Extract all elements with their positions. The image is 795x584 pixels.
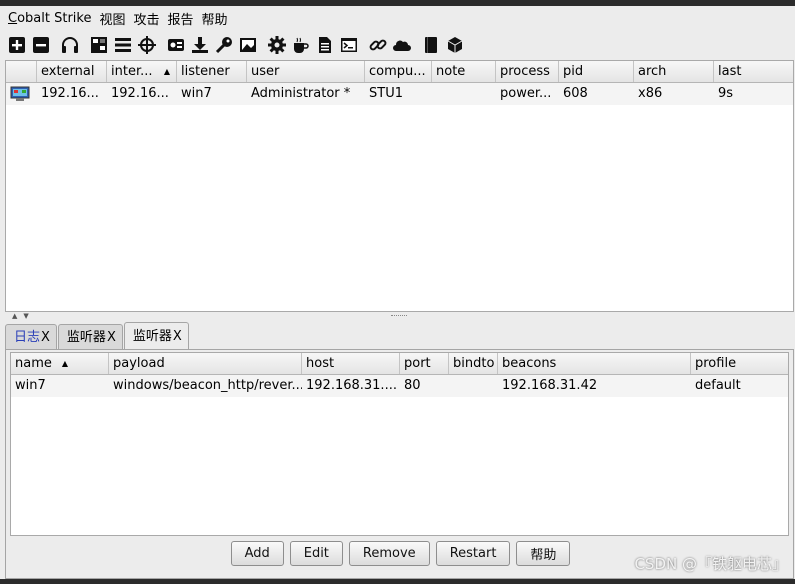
- splitter-arrows-icon[interactable]: ▲▼: [12, 312, 35, 320]
- col-listener[interactable]: listener: [177, 61, 247, 82]
- console-icon[interactable]: [339, 35, 359, 55]
- close-icon[interactable]: X: [107, 330, 116, 345]
- menu-bar: Cobalt Strike 视图 攻击 报告 帮助: [0, 6, 795, 30]
- beacon-external: 192.16...: [41, 86, 99, 101]
- col-user[interactable]: user: [247, 61, 365, 82]
- listener-row[interactable]: win7 windows/beacon_http/rever... 192.16…: [11, 375, 788, 397]
- link-icon[interactable]: [368, 35, 388, 55]
- beacon-note: [432, 83, 496, 105]
- listener-table-header: name ▲ payload host port bindto beacons p…: [11, 353, 788, 375]
- help-button[interactable]: 帮助: [516, 541, 571, 566]
- col-arch[interactable]: arch: [634, 61, 714, 82]
- listener-host: 192.168.31....: [306, 378, 397, 393]
- screenshot-icon[interactable]: [166, 35, 186, 55]
- beacon-computer: STU1: [369, 86, 403, 101]
- listener-name: win7: [15, 378, 46, 393]
- computer-icon: [6, 83, 37, 105]
- window-bottom-edge: [0, 579, 795, 584]
- image-icon[interactable]: [238, 35, 258, 55]
- cobalt-strike-window: Cobalt Strike 视图 攻击 报告 帮助 external inter…: [0, 0, 795, 584]
- menu-help[interactable]: 帮助: [202, 9, 228, 28]
- key-icon[interactable]: [214, 35, 234, 55]
- beacon-process: power...: [500, 86, 552, 101]
- sort-ascending-icon: ▲: [163, 67, 170, 76]
- col-beacons[interactable]: beacons: [498, 353, 691, 374]
- beacon-arch: x86: [638, 86, 663, 101]
- sort-ascending-icon: ▲: [61, 359, 68, 368]
- col-computer[interactable]: compu...: [365, 61, 432, 82]
- book-icon[interactable]: [421, 35, 441, 55]
- beacon-user: Administrator *: [251, 86, 351, 101]
- col-last[interactable]: last: [714, 61, 793, 82]
- menu-reporting[interactable]: 报告: [168, 9, 194, 28]
- col-pid[interactable]: pid: [559, 61, 634, 82]
- beacon-internal: 192.16...: [111, 86, 169, 101]
- beacon-table-header: external inter... ▲ listener user compu..…: [6, 61, 793, 83]
- listeners-panel: name ▲ payload host port bindto beacons p…: [5, 349, 794, 579]
- minus-icon[interactable]: [31, 35, 51, 55]
- col-internal[interactable]: inter... ▲: [107, 61, 177, 82]
- plus-icon[interactable]: [7, 35, 27, 55]
- toolbar: [0, 30, 795, 60]
- restart-button[interactable]: Restart: [435, 541, 511, 566]
- download-icon[interactable]: [190, 35, 210, 55]
- col-process[interactable]: process: [496, 61, 559, 82]
- listener-profile: default: [695, 378, 741, 393]
- add-button[interactable]: Add: [230, 541, 284, 566]
- cube-icon[interactable]: [445, 35, 465, 55]
- col-port[interactable]: port: [400, 353, 449, 374]
- beacon-table: external inter... ▲ listener user compu..…: [5, 60, 794, 312]
- listener-beacons: 192.168.31.42: [502, 378, 598, 393]
- beacon-row[interactable]: 192.16... 192.16... win7 Administrator *…: [6, 83, 793, 105]
- network-icon[interactable]: [89, 35, 109, 55]
- remove-button[interactable]: Remove: [348, 541, 430, 566]
- edit-button[interactable]: Edit: [289, 541, 343, 566]
- col-host[interactable]: host: [302, 353, 400, 374]
- listener-table: name ▲ payload host port bindto beacons p…: [10, 352, 789, 536]
- gear-icon[interactable]: [267, 35, 287, 55]
- col-profile[interactable]: profile: [691, 353, 788, 374]
- tab-listeners-1[interactable]: 监听器X: [57, 324, 123, 350]
- close-icon[interactable]: X: [173, 329, 182, 344]
- col-name[interactable]: name ▲: [11, 353, 109, 374]
- cloud-icon[interactable]: [392, 35, 412, 55]
- listener-payload: windows/beacon_http/rever...: [113, 378, 302, 393]
- splitter-grip-icon[interactable]: [391, 315, 407, 317]
- tab-event-log[interactable]: 日志X: [5, 324, 57, 350]
- coffee-icon[interactable]: [291, 35, 311, 55]
- menu-attacks[interactable]: 攻击: [133, 9, 159, 28]
- beacon-listener: win7: [181, 86, 212, 101]
- listener-bindto: [449, 375, 498, 397]
- tab-bar: 日志X 监听器X 监听器X: [5, 322, 190, 350]
- headphones-icon[interactable]: [60, 35, 80, 55]
- col-icon[interactable]: [6, 61, 37, 82]
- list-icon[interactable]: [113, 35, 133, 55]
- col-payload[interactable]: payload: [109, 353, 302, 374]
- tab-listeners-2[interactable]: 监听器X: [123, 322, 189, 350]
- col-external[interactable]: external: [37, 61, 107, 82]
- beacon-pid: 608: [563, 86, 588, 101]
- col-bindto[interactable]: bindto: [449, 353, 498, 374]
- listener-port: 80: [404, 378, 421, 393]
- menu-cobalt-strike[interactable]: Cobalt Strike: [8, 11, 91, 26]
- menu-view[interactable]: 视图: [99, 9, 125, 28]
- col-note[interactable]: note: [432, 61, 496, 82]
- close-icon[interactable]: X: [41, 330, 50, 345]
- document-icon[interactable]: [315, 35, 335, 55]
- watermark: CSDN @『铁躯电芯』: [634, 555, 787, 573]
- beacon-last: 9s: [718, 86, 734, 101]
- crosshair-icon[interactable]: [137, 35, 157, 55]
